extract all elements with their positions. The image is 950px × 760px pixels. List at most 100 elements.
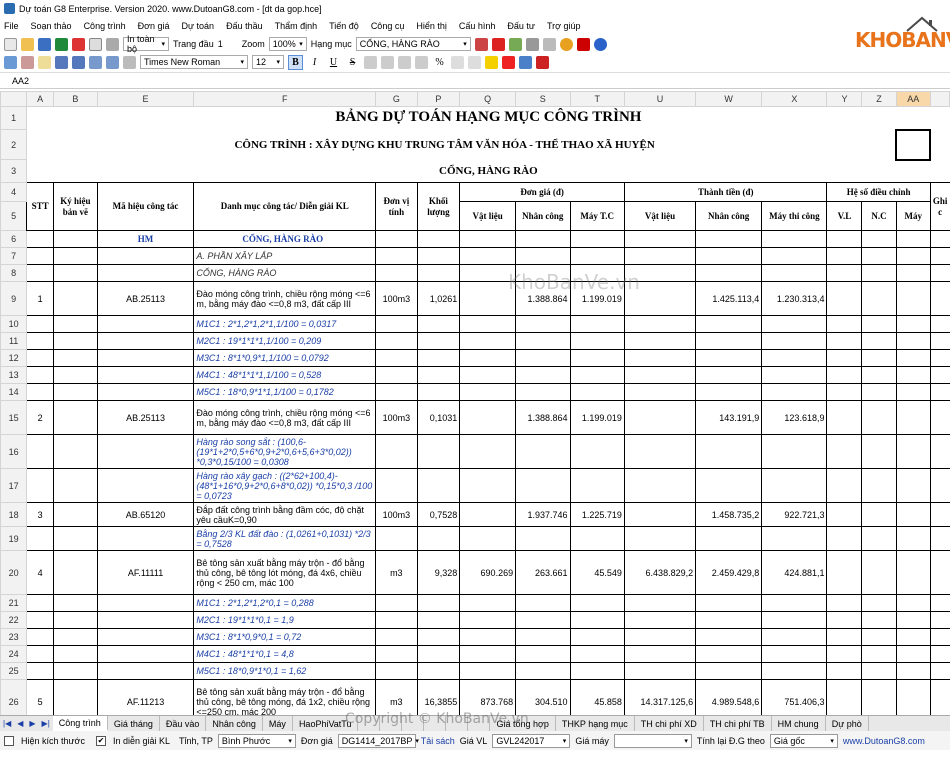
- cell-may[interactable]: [895, 264, 931, 282]
- cell-don-vi[interactable]: [375, 434, 418, 469]
- cell-gia-vat-lieu[interactable]: [459, 247, 517, 265]
- cell-stt[interactable]: 4: [26, 550, 54, 595]
- cell-stt[interactable]: [26, 594, 54, 612]
- cell-gia-may[interactable]: [569, 468, 625, 503]
- sheet-tab[interactable]: HM chung: [772, 716, 826, 731]
- cell-gia-may[interactable]: [569, 434, 625, 469]
- cell-gia-vat-lieu[interactable]: [459, 332, 517, 350]
- cell-tt-nhan-cong[interactable]: [695, 383, 763, 401]
- cell-nc[interactable]: [861, 349, 897, 367]
- column-header-q[interactable]: Q: [459, 91, 517, 107]
- zoom-select[interactable]: 100% ▾: [268, 37, 307, 51]
- cell-stt[interactable]: [26, 366, 54, 384]
- column-header-w[interactable]: W: [695, 91, 763, 107]
- cell-tt-vat-lieu[interactable]: [623, 247, 697, 265]
- menu-item-7[interactable]: Tiến độ: [329, 21, 359, 31]
- cell-nc[interactable]: [861, 502, 897, 527]
- cell-don-vi[interactable]: m3: [375, 679, 418, 715]
- cell-tt-nhan-cong[interactable]: [695, 526, 763, 551]
- cell-ky-hieu[interactable]: [53, 468, 98, 503]
- cell-tt-may[interactable]: [761, 645, 828, 663]
- tools-icon[interactable]: [508, 37, 522, 51]
- cell-nc[interactable]: [861, 468, 897, 503]
- cell-tt-vat-lieu[interactable]: 6.438.829,2: [623, 550, 697, 595]
- cell-nc[interactable]: [861, 247, 897, 265]
- cell-stt[interactable]: [26, 662, 54, 680]
- menu-item-0[interactable]: File: [4, 21, 19, 31]
- cell-stt[interactable]: [26, 264, 54, 282]
- cell-gia-vat-lieu[interactable]: [459, 594, 517, 612]
- cell-danh-muc[interactable]: M2C1 : 19*1*1*1,1/100 = 0,209: [193, 332, 377, 350]
- menu-item-3[interactable]: Đơn giá: [138, 21, 170, 31]
- cell-ky-hieu[interactable]: [53, 628, 98, 646]
- cell-gia-nhan-cong[interactable]: [515, 247, 571, 265]
- cell-tt-vat-lieu[interactable]: [623, 662, 697, 680]
- cell-danh-muc[interactable]: Đào móng công trình, chiều rộng móng <=6…: [193, 400, 377, 435]
- cell-danh-muc[interactable]: Hàng rào song sắt : (100,6-(19*1+2*0,5+6…: [193, 434, 377, 469]
- cell-tt-may[interactable]: 123.618,9: [761, 400, 828, 435]
- align-center-icon[interactable]: [381, 55, 394, 69]
- cell-khoi-luong[interactable]: 0,1031: [416, 400, 461, 435]
- cell-ky-hieu[interactable]: [53, 434, 98, 469]
- cell-tt-vat-lieu[interactable]: [623, 628, 697, 646]
- row-header[interactable]: 25: [0, 662, 28, 680]
- cell-tt-may[interactable]: [761, 594, 828, 612]
- cell-tt-vat-lieu[interactable]: [623, 434, 697, 469]
- sheet-tab[interactable]: [380, 716, 403, 731]
- cell-khoi-luong[interactable]: [416, 349, 461, 367]
- cell-tt-nhan-cong[interactable]: [695, 662, 763, 680]
- cell-stt[interactable]: [26, 434, 54, 469]
- cell-khoi-luong[interactable]: [416, 594, 461, 612]
- cell-ma-hieu[interactable]: [96, 264, 195, 282]
- cell-ky-hieu[interactable]: [53, 400, 98, 435]
- excel-icon[interactable]: [55, 37, 68, 51]
- cell-tt-may[interactable]: [761, 383, 828, 401]
- cell-tt-vat-lieu[interactable]: [623, 526, 697, 551]
- redo-icon[interactable]: [72, 55, 85, 69]
- cell-ky-hieu[interactable]: [53, 679, 98, 715]
- cell-tt-nhan-cong[interactable]: [695, 264, 763, 282]
- cell-stt[interactable]: 5: [26, 679, 54, 715]
- cell-vl[interactable]: [826, 594, 863, 612]
- cell-khoi-luong[interactable]: [416, 628, 461, 646]
- cell-tt-vat-lieu[interactable]: [623, 468, 697, 503]
- cell-ma-hieu[interactable]: [96, 628, 195, 646]
- undo-icon[interactable]: [55, 55, 68, 69]
- cell-gia-vat-lieu[interactable]: [459, 281, 517, 316]
- cell-stt[interactable]: 2: [26, 400, 54, 435]
- cell-tt-may[interactable]: 1.230.313,4: [761, 281, 828, 316]
- row-header[interactable]: 24: [0, 645, 28, 663]
- cell-danh-muc[interactable]: Bê tông sản xuất bằng máy trộn - đổ bằng…: [193, 550, 377, 595]
- cell-tt-may[interactable]: [761, 230, 828, 248]
- cell-gia-may[interactable]: 1.199.019: [569, 281, 625, 316]
- sheet-tab[interactable]: [424, 716, 447, 731]
- cell-gia-nhan-cong[interactable]: [515, 349, 571, 367]
- cell-may[interactable]: [895, 679, 931, 715]
- cell-ghi-chu[interactable]: [929, 349, 950, 367]
- cell-nc[interactable]: [861, 434, 897, 469]
- cell-nc[interactable]: [861, 315, 897, 333]
- cell-khoi-luong[interactable]: [416, 383, 461, 401]
- cell-ma-hieu[interactable]: [96, 434, 195, 469]
- sheet-tab[interactable]: [468, 716, 491, 731]
- sheet-tab[interactable]: HaoPhiVatTu: [293, 716, 359, 731]
- row-header[interactable]: 4: [0, 182, 28, 202]
- cell-gia-vat-lieu[interactable]: [459, 645, 517, 663]
- next-sheet-icon[interactable]: ▶: [26, 719, 38, 728]
- row-header[interactable]: 26: [0, 679, 28, 715]
- row-header[interactable]: 15: [0, 400, 28, 435]
- cell-stt[interactable]: [26, 349, 54, 367]
- cell-gia-may[interactable]: [569, 264, 625, 282]
- column-header-aa[interactable]: AA: [895, 91, 931, 107]
- cell-may[interactable]: [895, 628, 931, 646]
- cell-danh-muc[interactable]: M1C1 : 2*1,2*1,2*1,1/100 = 0,0317: [193, 315, 377, 333]
- calculator-icon[interactable]: [474, 37, 488, 51]
- row-header[interactable]: 14: [0, 383, 28, 401]
- column-header-extra[interactable]: [929, 91, 950, 107]
- cell-don-vi[interactable]: [375, 247, 418, 265]
- cell-gia-nhan-cong[interactable]: 1.937.746: [515, 502, 571, 527]
- cell-ghi-chu[interactable]: [929, 230, 950, 248]
- cell-gia-vat-lieu[interactable]: [459, 628, 517, 646]
- cell-stt[interactable]: [26, 332, 54, 350]
- sheet-tab[interactable]: [402, 716, 425, 731]
